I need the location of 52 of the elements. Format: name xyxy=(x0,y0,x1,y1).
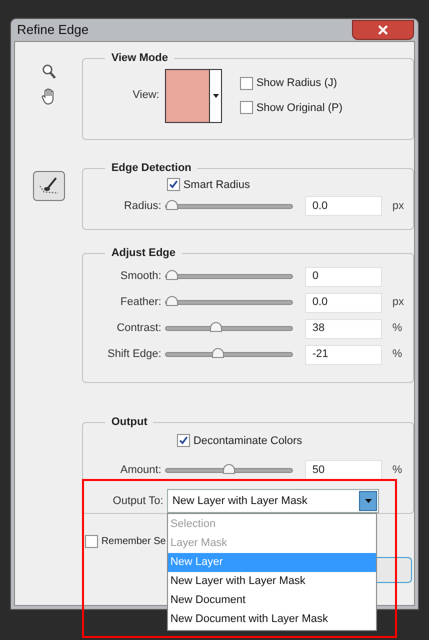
refine-radius-tool-button[interactable] xyxy=(32,171,65,201)
value-field[interactable]: -21 xyxy=(305,344,382,364)
checkbox[interactable] xyxy=(240,76,254,90)
slider-label: Feather: xyxy=(119,295,162,310)
slider-label: Contrast: xyxy=(116,321,162,336)
section-title: Output xyxy=(110,415,148,430)
slider-thumb[interactable] xyxy=(166,200,178,210)
unit-label: % xyxy=(392,321,402,336)
checkbox[interactable] xyxy=(85,535,98,548)
unit-label: px xyxy=(392,198,404,214)
section-title: View Mode xyxy=(110,51,169,66)
checkmark-icon xyxy=(169,180,178,190)
slider-thumb[interactable] xyxy=(212,348,224,358)
slider-label: Smooth: xyxy=(119,269,162,284)
window-title: Refine Edge xyxy=(17,21,89,40)
unit-label: % xyxy=(392,347,402,362)
close-icon xyxy=(378,25,388,35)
unit-label: % xyxy=(392,462,402,478)
value-field[interactable]: 0 xyxy=(305,266,382,286)
output-to-label: Output To: xyxy=(112,494,164,509)
checkbox-label: Remember Se xyxy=(101,535,166,549)
checkbox[interactable] xyxy=(177,434,190,448)
value-field[interactable]: 0.0 xyxy=(305,292,382,312)
slider-label: Shift Edge: xyxy=(106,347,162,362)
slider-thumb[interactable] xyxy=(223,464,236,474)
checkbox-label: Decontaminate Colors xyxy=(193,434,302,448)
brush-icon xyxy=(38,177,60,195)
slider-thumb[interactable] xyxy=(210,322,222,332)
value-field[interactable]: 38 xyxy=(305,318,382,338)
slider-thumb[interactable] xyxy=(166,296,178,306)
view-mode-picker[interactable] xyxy=(165,68,222,122)
section-title: Edge Detection xyxy=(110,161,192,176)
checkbox[interactable] xyxy=(167,178,180,192)
view-label: View: xyxy=(132,88,160,104)
unit-label: px xyxy=(392,295,404,310)
checkbox[interactable] xyxy=(240,101,254,114)
photo-placeholder xyxy=(166,70,210,122)
checkbox-label: Show Original (P) xyxy=(256,100,343,116)
close-button[interactable] xyxy=(352,20,414,40)
checkbox-label: Smart Radius xyxy=(183,178,250,192)
caret-icon xyxy=(364,499,372,503)
slider-label: Amount: xyxy=(119,462,162,478)
section-title: Adjust Edge xyxy=(110,246,176,261)
value-field[interactable]: 50 xyxy=(305,460,382,480)
output-dropdown[interactable]: New Layer with Layer Mask xyxy=(167,489,380,513)
value-field[interactable]: 0.0 xyxy=(305,196,382,216)
checkmark-icon xyxy=(179,436,188,446)
caret-icon xyxy=(212,94,219,98)
zoom-icon[interactable] xyxy=(42,64,56,80)
checkbox-label: Show Radius (J) xyxy=(256,76,338,91)
slider-label: Radius: xyxy=(123,198,162,214)
slider-thumb[interactable] xyxy=(166,270,178,280)
